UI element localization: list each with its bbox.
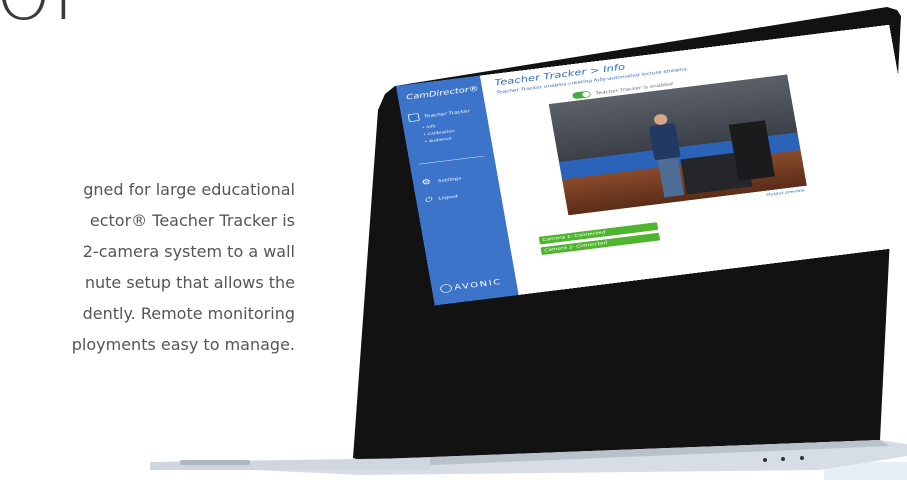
gear-icon: ⚙ <box>420 177 432 188</box>
sidebar-item-label: Logout <box>437 193 459 201</box>
laptop-mockup: CamDirector® 👤 Teacher Tracker • Info • … <box>0 0 907 480</box>
avonic-logo-icon <box>439 283 453 294</box>
sidebar-subitem-audience[interactable]: • Audience <box>424 137 452 144</box>
sidebar-item-settings[interactable]: ⚙ Settings <box>421 174 462 188</box>
logo-text: AVONIC <box>453 277 503 292</box>
enable-toggle[interactable] <box>571 90 592 100</box>
person-icon: 👤 <box>407 113 420 123</box>
power-icon: ⏻ <box>423 195 433 204</box>
avonic-logo: AVONIC <box>439 277 503 294</box>
sidebar-divider <box>418 155 485 165</box>
sidebar-item-label: Settings <box>437 175 462 184</box>
sidebar-item-label: Teacher Tracker <box>423 108 471 119</box>
sidebar-subitem-info[interactable]: • Info <box>422 124 437 130</box>
sidebar-item-logout[interactable]: ⏻ Logout <box>424 192 459 204</box>
sidebar-item-teacher-tracker[interactable]: 👤 Teacher Tracker <box>407 107 471 123</box>
app-brand: CamDirector® <box>405 84 480 102</box>
page: OI gned for large educational ector® Tea… <box>0 0 907 480</box>
